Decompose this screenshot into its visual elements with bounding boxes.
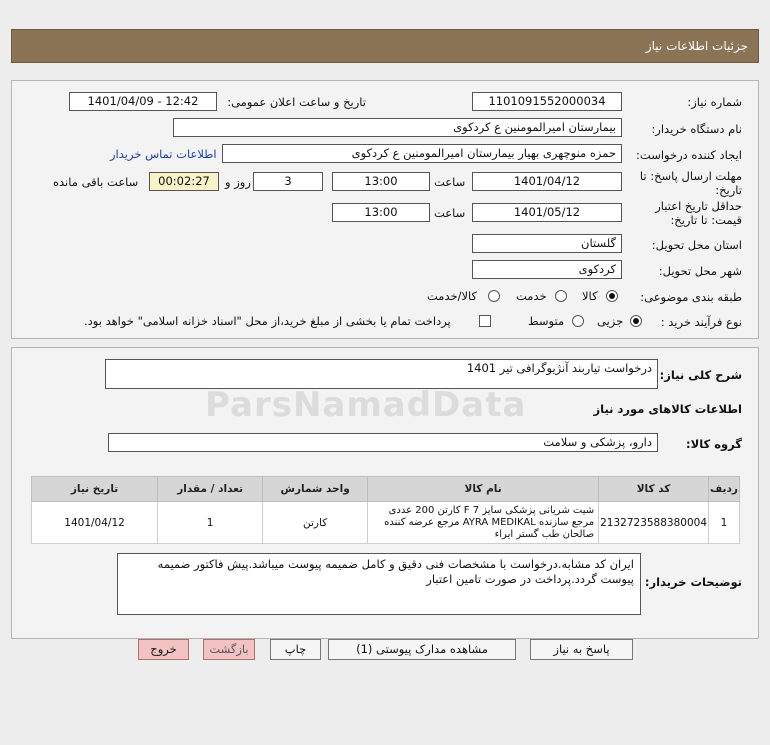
reply-time-field: 13:00 [332,172,430,191]
process-option-medium: متوسط [528,314,565,328]
category-radio-goods[interactable] [606,290,618,302]
buyer-notes-label: توضیحات خریدار: [644,575,742,589]
reply-button[interactable]: پاسخ به نیاز [530,639,633,660]
validity-date-field: 1401/05/12 [472,203,622,222]
table-row: 1 2132723588380004 شیت شریانی پزشکی سایز… [30,501,740,544]
validity-time-label: ساعت [434,206,466,220]
cell-code: 2132723588380004 [598,501,709,544]
exit-button[interactable]: خروج [138,639,189,660]
col-row: ردیف [708,476,740,502]
col-unit: واحد شمارش [262,476,369,502]
days-label: روز و [225,175,251,189]
province-label: استان محل تحویل: [651,238,742,252]
cell-row: 1 [708,501,740,544]
items-table: ردیف کد کالا نام کالا واحد شمارش تعداد /… [30,476,740,544]
process-radio-minor[interactable] [630,315,642,327]
attachments-button[interactable]: مشاهده مدارک پیوستی (1) [328,639,516,660]
col-date: تاریخ نیاز [30,476,159,502]
page-header: جزئیات اطلاعات نیاز [11,29,759,63]
back-button[interactable]: بازگشت [203,639,255,660]
validity-text: حداقل تاریخ اعتبار قیمت: تا تاریخ: [655,199,742,227]
category-option-goods-service: کالا/خدمت [427,289,478,303]
buyer-notes-field: ایران کد مشابه.درخواست با مشخصات فنی دقی… [117,553,641,615]
category-radio-goods-service[interactable] [488,290,500,302]
category-radio-service[interactable] [555,290,567,302]
city-label: شهر محل تحویل: [658,264,742,278]
process-radio-medium[interactable] [572,315,584,327]
page-title: جزئیات اطلاعات نیاز [645,39,748,53]
print-button[interactable]: چاپ [270,639,321,660]
col-qty: تعداد / مقدار [157,476,264,502]
summary-field: درخواست تیاربند آنژیوگرافی تیر 1401 [105,359,658,389]
table-header-row: ردیف کد کالا نام کالا واحد شمارش تعداد /… [30,476,740,502]
remaining-time-field: 00:02:27 [149,172,219,191]
validity-label: حداقل تاریخ اعتبار قیمت: تا تاریخ: [632,199,742,227]
city-field: کردکوی [472,260,622,279]
process-label: نوع فرآیند خرید : [660,315,742,329]
reply-date-field: 1401/04/12 [472,172,622,191]
creator-field: حمزه منوچهری بهیار بیمارستان امیرالمومنی… [222,144,622,163]
goods-group-field: دارو، پزشکی و سلامت [108,433,658,452]
category-option-goods: کالا [582,289,598,303]
treasury-payment-note: پرداخت تمام یا بخشی از مبلغ خرید،از محل … [84,314,451,328]
reply-deadline-text: مهلت ارسال پاسخ: تا تاریخ: [639,169,742,197]
treasury-payment-checkbox[interactable] [479,315,491,327]
buyer-label: نام دستگاه خریدار: [651,122,742,136]
contact-buyer-link[interactable]: اطلاعات تماس خریدار [110,147,217,161]
category-option-service: خدمت [516,289,547,303]
reply-deadline-label: مهلت ارسال پاسخ: تا تاریخ: [632,169,742,197]
col-name: نام کالا [367,476,600,502]
creator-label: ایجاد کننده درخواست: [636,148,742,162]
reply-time-label: ساعت [434,175,466,189]
remaining-time-label: ساعت باقی مانده [53,175,139,189]
province-field: گلستان [472,234,622,253]
need-number-label: شماره نیاز: [687,95,742,109]
col-code: کد کالا [598,476,709,502]
buyer-field: بیمارستان امیرالمومنین ع کردکوی [173,118,622,137]
goods-group-label: گروه کالا: [686,437,742,451]
cell-qty: 1 [157,501,264,544]
announce-field: 1401/04/09 - 12:42 [69,92,217,111]
cell-date: 1401/04/12 [30,501,159,544]
days-field: 3 [253,172,323,191]
need-number-field: 1101091552000034 [472,92,622,111]
goods-info-title: اطلاعات کالاهای مورد نیاز [593,402,742,416]
announce-label: تاریخ و ساعت اعلان عمومی: [227,95,366,109]
cell-name: شیت شریانی پزشکی سایز F 7 کارتن 200 عددی… [367,501,600,544]
cell-unit: کارتن [262,501,369,544]
process-option-minor: جزیی [597,314,624,328]
category-label: طبقه بندی موضوعی: [640,290,742,304]
summary-label: شرح کلی نیاز: [659,368,742,382]
validity-time-field: 13:00 [332,203,430,222]
